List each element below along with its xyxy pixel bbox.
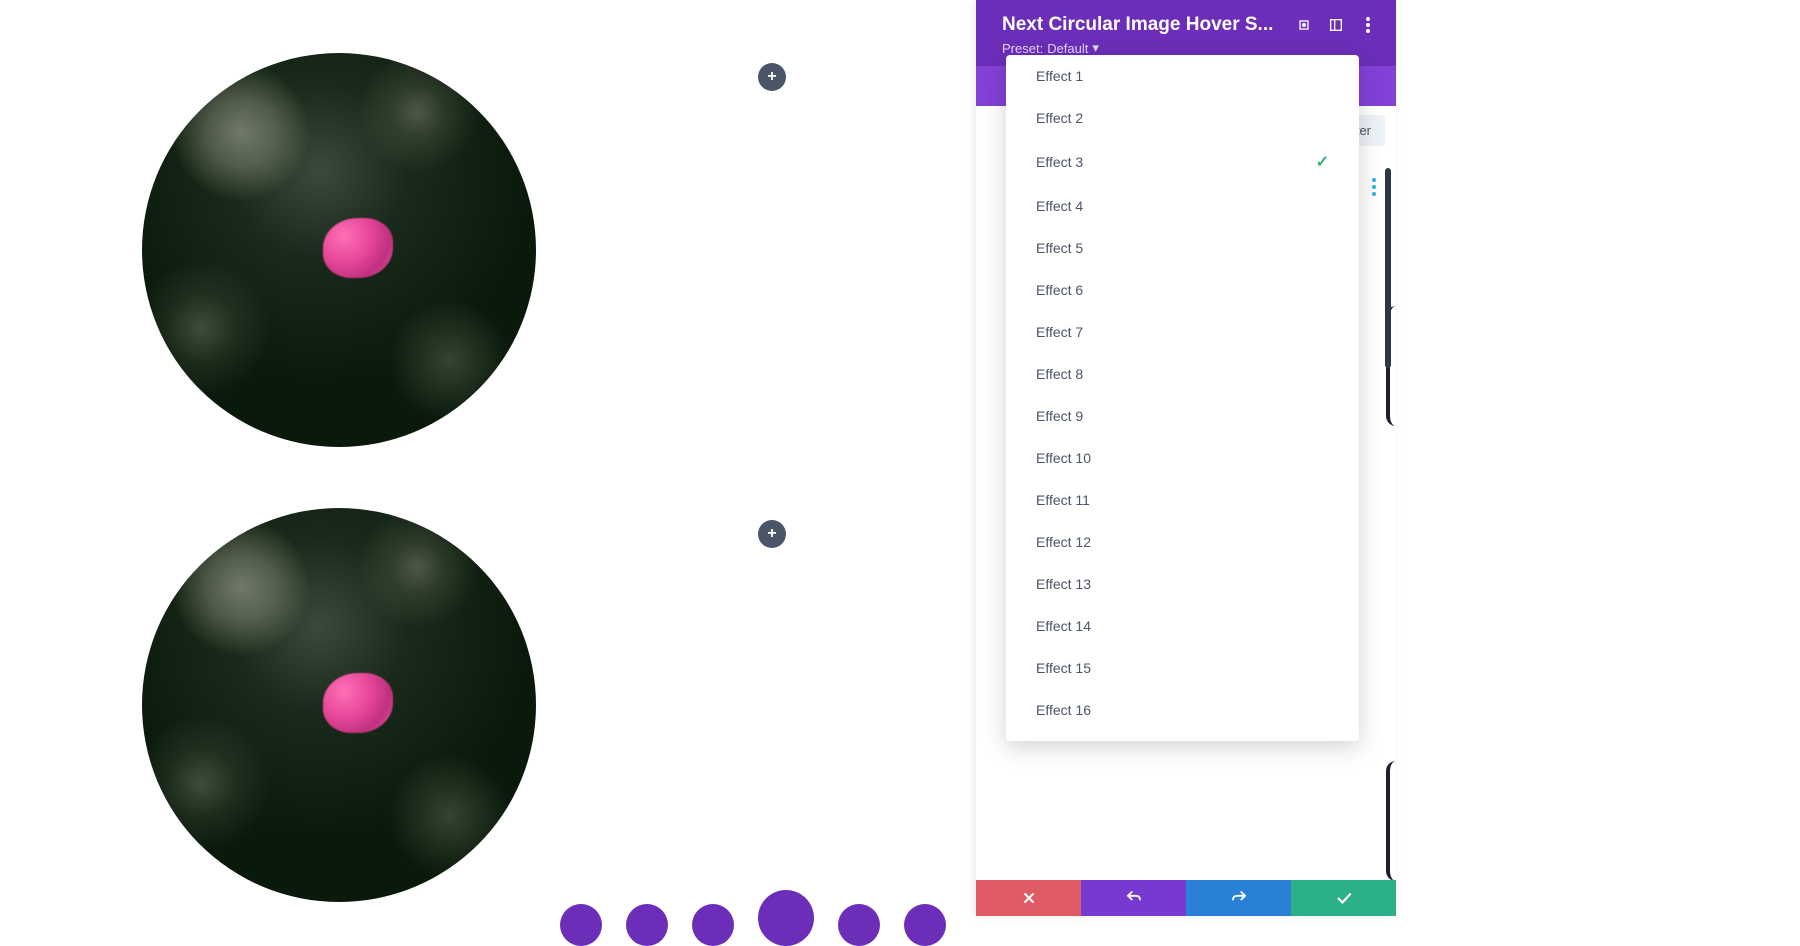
canvas-preview: + + xyxy=(0,0,976,916)
effect-option-label: Effect 16 xyxy=(1036,702,1091,718)
effect-option-label: Effect 5 xyxy=(1036,240,1083,256)
effect-option-label: Effect 13 xyxy=(1036,576,1091,592)
scrollbar-thumb[interactable] xyxy=(1385,168,1391,368)
effect-option[interactable]: Effect 14 xyxy=(1006,605,1359,647)
redo-button[interactable] xyxy=(1186,880,1291,916)
effect-option-label: Effect 3 xyxy=(1036,154,1083,170)
toolbar-main-button[interactable] xyxy=(758,890,814,946)
effect-option[interactable]: Effect 11 xyxy=(1006,479,1359,521)
effect-option[interactable]: Effect 10 xyxy=(1006,437,1359,479)
effect-option[interactable]: Effect 3 ✓ xyxy=(1006,139,1359,185)
effect-option-label: Effect 11 xyxy=(1036,492,1090,508)
effect-option[interactable]: Effect 6 xyxy=(1006,269,1359,311)
preset-value: Default xyxy=(1047,41,1088,56)
effect-dropdown[interactable]: Effect 1 Effect 2 Effect 3 ✓ Effect 4 Effect … xyxy=(1006,55,1359,741)
effect-option[interactable]: Effect 4 xyxy=(1006,185,1359,227)
effect-option-label: Effect 14 xyxy=(1036,618,1091,634)
effect-option-label: Effect 15 xyxy=(1036,660,1091,676)
effect-option-label: Effect 12 xyxy=(1036,534,1091,550)
effect-option-label: Effect 1 xyxy=(1036,68,1083,84)
expand-icon[interactable] xyxy=(1294,15,1314,35)
circular-image-1[interactable] xyxy=(142,53,536,447)
check-icon: ✓ xyxy=(1316,152,1329,172)
effect-option[interactable]: Effect 9 xyxy=(1006,395,1359,437)
effect-option-label: Effect 2 xyxy=(1036,110,1083,126)
effect-option[interactable]: Effect 2 xyxy=(1006,97,1359,139)
panel-title: Next Circular Image Hover S... xyxy=(1002,14,1282,36)
toolbar-button[interactable] xyxy=(838,904,880,946)
effect-option[interactable]: Effect 1 xyxy=(1006,55,1359,97)
field-options-icon[interactable] xyxy=(1372,178,1376,196)
effect-option[interactable]: Effect 16 xyxy=(1006,689,1359,731)
preset-label: Preset: xyxy=(1002,41,1043,56)
effect-option[interactable]: Effect 15 xyxy=(1006,647,1359,689)
save-button[interactable] xyxy=(1291,880,1396,916)
effect-option[interactable]: Effect 13 xyxy=(1006,563,1359,605)
chevron-down-icon: ▾ xyxy=(1092,40,1099,56)
effect-option[interactable]: Effect 12 xyxy=(1006,521,1359,563)
layout-icon[interactable] xyxy=(1326,15,1346,35)
effect-option[interactable]: Effect 7 xyxy=(1006,311,1359,353)
action-bar xyxy=(976,880,1396,916)
effect-option[interactable]: Effect 8 xyxy=(1006,353,1359,395)
cancel-button[interactable] xyxy=(976,880,1081,916)
toolbar-button[interactable] xyxy=(904,904,946,946)
effect-option-label: Effect 6 xyxy=(1036,282,1083,298)
preset-selector[interactable]: Preset: Default ▾ xyxy=(1002,40,1378,56)
effect-option-label: Effect 4 xyxy=(1036,198,1083,214)
toolbar-button[interactable] xyxy=(692,904,734,946)
effect-option[interactable]: Effect 5 xyxy=(1006,227,1359,269)
effect-option-label: Effect 8 xyxy=(1036,366,1083,382)
effect-option-label: Effect 7 xyxy=(1036,324,1083,340)
more-icon[interactable] xyxy=(1358,15,1378,35)
builder-toolbar xyxy=(560,890,946,946)
scrollbar[interactable] xyxy=(1385,168,1391,518)
effect-option-label: Effect 9 xyxy=(1036,408,1083,424)
effect-option[interactable]: Effect 17 xyxy=(1006,731,1359,741)
add-module-button[interactable]: + xyxy=(758,63,786,91)
effect-option-label: Effect 10 xyxy=(1036,450,1091,466)
preview-arc xyxy=(1386,761,1396,881)
circular-image-2[interactable] xyxy=(142,508,536,902)
toolbar-button[interactable] xyxy=(626,904,668,946)
toolbar-button[interactable] xyxy=(560,904,602,946)
undo-button[interactable] xyxy=(1081,880,1186,916)
add-module-button[interactable]: + xyxy=(758,520,786,548)
